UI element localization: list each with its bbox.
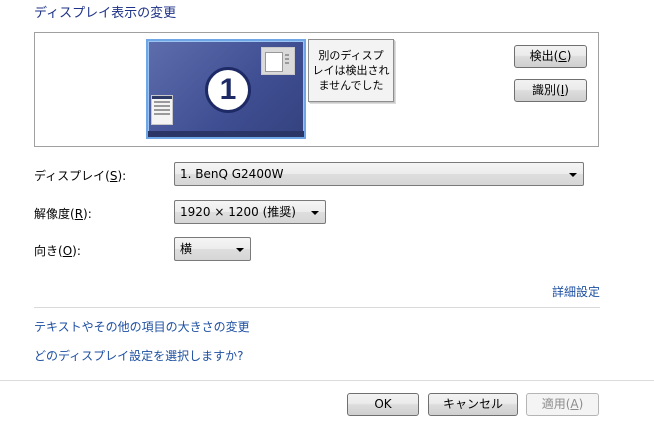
display-label: ディスプレイ(S): — [34, 169, 127, 183]
section-divider — [34, 307, 600, 308]
display-select[interactable]: 1. BenQ G2400W — [174, 162, 584, 186]
ok-button[interactable]: OK — [347, 393, 419, 416]
which-settings-link[interactable]: どのディスプレイ設定を選択しますか? — [34, 347, 244, 364]
footer-divider — [0, 380, 654, 381]
chevron-down-icon — [236, 248, 244, 252]
chevron-down-icon — [569, 173, 577, 177]
monitor-taskbar — [148, 131, 304, 137]
resolution-select[interactable]: 1920 × 1200 (推奨) — [174, 200, 326, 224]
orientation-label: 向き(O): — [34, 244, 81, 258]
monitor-number-badge: 1 — [205, 67, 251, 113]
page-title: ディスプレイ表示の変更 — [34, 6, 177, 21]
cancel-button[interactable]: キャンセル — [428, 393, 518, 416]
resolution-select-value: 1920 × 1200 (推奨) — [180, 205, 296, 219]
identify-button[interactable]: 識別(I) — [514, 79, 587, 102]
chevron-down-icon — [311, 211, 319, 215]
text-size-link[interactable]: テキストやその他の項目の大きさの変更 — [34, 318, 250, 335]
no-other-display-notice: 別のディスプ レイは検出され ませんでした — [308, 39, 394, 102]
apply-button[interactable]: 適用(A) — [526, 393, 599, 416]
monitor-1-preview[interactable]: 1 — [146, 39, 306, 139]
detect-button[interactable]: 検出(C) — [514, 45, 587, 68]
mini-window-icon — [261, 47, 295, 75]
resolution-label: 解像度(R): — [34, 207, 92, 221]
advanced-settings-link[interactable]: 詳細設定 — [552, 283, 600, 300]
display-settings-window: ディスプレイ表示の変更 1 別のディスプ レイは検出され ませんでした 検出(C… — [0, 0, 654, 433]
orientation-select-value: 横 — [180, 242, 193, 256]
display-select-value: 1. BenQ G2400W — [180, 167, 284, 181]
display-preview-area: 1 別のディスプ レイは検出され ませんでした 検出(C) 識別(I) — [34, 32, 599, 147]
mini-document-icon — [151, 95, 173, 125]
orientation-select[interactable]: 横 — [174, 237, 251, 261]
